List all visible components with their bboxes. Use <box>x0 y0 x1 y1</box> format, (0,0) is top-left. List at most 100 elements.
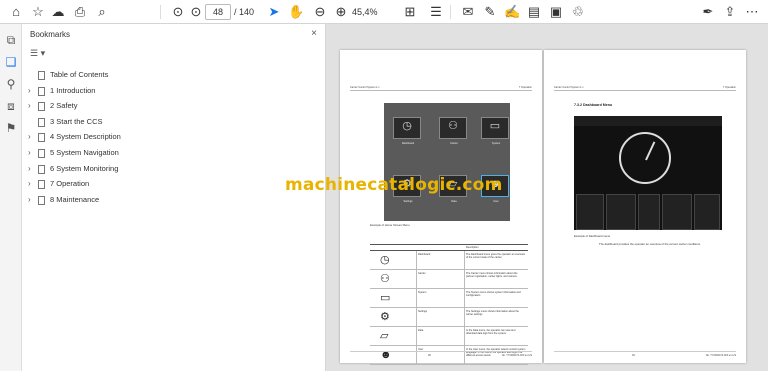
row-description: The Dashboard menu gives the operator an… <box>466 253 525 260</box>
tile-label: Carrier <box>450 142 458 145</box>
stamp-icon[interactable]: ▣ <box>548 4 564 20</box>
search-icon[interactable]: ⌕ <box>94 4 110 20</box>
layers-icon[interactable]: ⧈ <box>3 98 19 114</box>
row-name: System <box>418 291 427 294</box>
bookmark-item[interactable]: › 6 System Monitoring <box>22 162 322 176</box>
share-icon[interactable]: ⇪ <box>722 4 738 20</box>
zoom-level[interactable]: 45,4% <box>352 4 378 20</box>
page-total: / 140 <box>234 7 255 17</box>
tile-label: User <box>493 200 499 203</box>
row-description: The System menu shows system information… <box>466 291 521 298</box>
zoom-out-icon[interactable]: ⊖ <box>312 4 328 20</box>
row-name: Settings <box>418 310 428 313</box>
row-description: The Settings menu shows information abou… <box>466 310 519 317</box>
row-icon: ⚙ <box>380 311 390 323</box>
page-header-right: 7 Operation <box>518 86 532 89</box>
bookmark-item[interactable]: › 2 Safety <box>22 99 322 113</box>
chevron-right-icon[interactable]: › <box>28 146 36 160</box>
bookmark-label: Table of Contents <box>50 70 109 79</box>
dashboard-screenshot <box>574 116 722 230</box>
chevron-right-icon[interactable]: › <box>28 130 36 144</box>
bookmark-item[interactable]: › 1 Introduction <box>22 84 322 98</box>
bookmark-label: 1 Introduction <box>50 85 96 95</box>
cloud-upload-icon[interactable]: ☁ <box>50 4 66 20</box>
page-number-input[interactable]: 48 <box>205 4 231 20</box>
row-icon: ◷ <box>380 254 390 266</box>
table-row: ▱ Data In the Data menu, the operator can … <box>370 327 528 346</box>
bookmark-icon <box>38 102 45 112</box>
menu-tile: ⚇ Carrier <box>439 117 467 145</box>
select-cursor-icon[interactable]: ➤ <box>266 4 282 20</box>
table-row: ⚙ Settings The Settings menu shows informa… <box>370 308 528 327</box>
print-icon[interactable]: ⎙ <box>72 4 88 20</box>
body-text: The dashboard provides the operator an o… <box>599 242 701 246</box>
zoom-in-icon[interactable]: ⊕ <box>333 4 349 20</box>
tile-label: Data <box>451 200 457 203</box>
row-description: The Carrier menu shows information about… <box>466 272 518 279</box>
bookmark-icon <box>38 117 45 127</box>
bookmark-label: 3 Start the CCS <box>50 116 103 126</box>
chevron-right-icon[interactable]: › <box>28 193 36 207</box>
document-viewer[interactable]: Carrier Control System 1.x 7 Operation ◷… <box>326 24 768 371</box>
toolbar: ⌂ ☆ ☁ ⎙ ⌕ ⊙ ⊙ 48 / 140 ➤ ✋ ⊖ ⊕ 45,4% ⊞ ☰… <box>0 0 768 24</box>
bookmark-item[interactable]: › 8 Maintenance <box>22 193 322 207</box>
text-box-icon[interactable]: ▤ <box>526 4 542 20</box>
bookmark-item[interactable]: Table of Contents <box>22 68 322 82</box>
bookmark-item[interactable]: › 5 System Navigation <box>22 146 322 160</box>
row-icon: ▭ <box>380 292 391 304</box>
chevron-right-icon[interactable]: › <box>28 99 36 113</box>
highlight-pen-icon[interactable]: ✎ <box>482 4 498 20</box>
bookmark-item[interactable]: › 4 System Description <box>22 130 322 144</box>
bookmark-item[interactable]: › 7 Operation <box>22 177 322 191</box>
home-icon[interactable]: ⌂ <box>8 4 24 20</box>
bookmark-label: 4 System Description <box>50 132 121 142</box>
left-rail: ⧉ ❑ ⚲ ⧈ ⚑ <box>0 24 22 371</box>
bookmark-star-icon[interactable]: ☆ <box>30 4 46 20</box>
page-up-icon[interactable]: ⊙ <box>170 4 186 20</box>
bookmarks-icon[interactable]: ❑ <box>3 54 19 70</box>
figure-caption: Example of Dashboard menu <box>574 234 611 238</box>
bookmark-icon <box>38 195 45 205</box>
chevron-right-icon[interactable]: › <box>28 162 36 176</box>
page-header-left: Carrier Control System 1.x <box>554 86 584 89</box>
draw-icon[interactable]: ✍ <box>504 4 520 20</box>
bookmark-label: 6 System Monitoring <box>50 163 119 173</box>
bookmark-icon <box>38 149 45 158</box>
speed-gauge <box>619 132 671 184</box>
trash-icon[interactable]: ♲ <box>570 4 586 20</box>
more-options-icon[interactable]: ⋯ <box>744 4 760 20</box>
table-row: ▭ System The System menu shows system info… <box>370 289 528 308</box>
bookmark-label: 2 Safety <box>50 101 78 111</box>
doc-number: No. TY0000474-000 en-US <box>705 354 736 357</box>
row-icon: ▱ <box>380 330 389 342</box>
attachments-icon[interactable]: ⚲ <box>3 76 19 92</box>
section-title: 7.3.2 Dashboard Menu <box>574 103 613 107</box>
page-thumbnails-icon[interactable]: ⧉ <box>3 32 19 48</box>
page-header-right: 7 Operation <box>722 86 736 89</box>
bookmark-options-button[interactable]: ☰ ▾ <box>30 46 52 60</box>
row-name: Carrier <box>418 272 426 275</box>
hand-tool-icon[interactable]: ✋ <box>288 4 304 20</box>
tile-icon: ▭ <box>489 120 501 132</box>
sign-icon[interactable]: ✒ <box>700 4 716 20</box>
fit-page-icon[interactable]: ⊞ <box>402 4 418 20</box>
bookmark-icon <box>38 71 45 80</box>
tile-label: Dashboard <box>401 142 415 145</box>
column-header: Description <box>466 246 479 249</box>
tags-icon[interactable]: ⚑ <box>3 120 19 136</box>
close-icon[interactable]: × <box>311 28 317 39</box>
chevron-right-icon[interactable]: › <box>28 84 36 98</box>
tile-icon: ⚇ <box>448 120 458 132</box>
bookmark-icon <box>38 133 45 143</box>
row-name: Dashboard <box>418 253 431 256</box>
table-row: ◷ Dashboard The Dashboard menu gives the o… <box>370 251 528 270</box>
pdf-page-left: Carrier Control System 1.x 7 Operation ◷… <box>340 50 542 365</box>
chevron-right-icon[interactable]: › <box>28 177 36 191</box>
scroll-mode-icon[interactable]: ☰ <box>428 4 444 20</box>
comment-icon[interactable]: ✉ <box>460 4 476 20</box>
page-down-icon[interactable]: ⊙ <box>188 4 204 20</box>
doc-number: No. TY0000474-000 en-US <box>501 354 532 357</box>
watermark: machinecatalogic.com <box>285 175 503 195</box>
bookmark-item[interactable]: 3 Start the CCS <box>22 115 322 129</box>
bookmark-label: 8 Maintenance <box>50 194 100 204</box>
